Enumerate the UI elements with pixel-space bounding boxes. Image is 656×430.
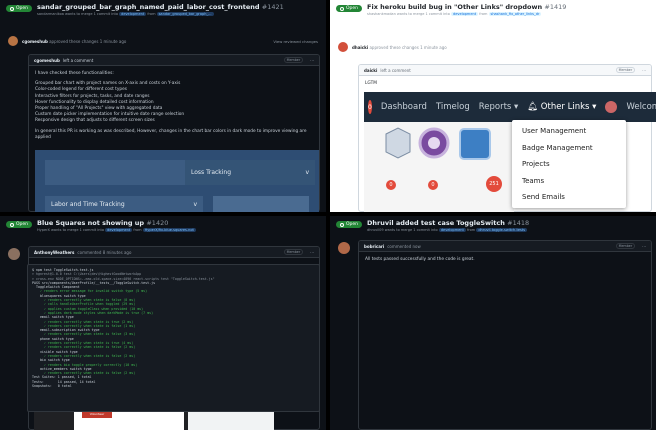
comment-header: daicki left a comment Member ··· xyxy=(359,65,651,76)
pr-open-icon xyxy=(340,222,344,227)
comment-header: bobricari commented now Member ··· xyxy=(359,241,651,252)
menu-send-emails: Send Emails xyxy=(522,193,565,202)
open-badge: Open xyxy=(336,221,363,228)
chevron-down-icon: v xyxy=(193,200,197,208)
menu-badge-management: Badge Management xyxy=(522,143,593,152)
avatar[interactable] xyxy=(8,248,20,260)
dropdown-4 xyxy=(213,196,309,212)
badge-count-3: 251 xyxy=(486,176,502,192)
other-links-dropdown-menu: User Management Badge Management Project… xyxy=(512,120,626,208)
base-branch[interactable]: development xyxy=(438,228,466,232)
base-branch[interactable]: development xyxy=(451,12,479,16)
pr-title: sandar_grouped_bar_graph_named_paid_labo… xyxy=(37,3,284,11)
comment-header: cgomeshub left a comment Member ··· xyxy=(29,55,319,66)
badge-count-1: 0 xyxy=(386,180,396,190)
comment: bobricari commented now Member ··· All t… xyxy=(358,240,652,430)
nav-welcome: Welcome, Ar xyxy=(626,102,656,112)
nav-dashboard: Dashboard xyxy=(380,102,427,112)
pr-subtitle: sandarmanikoa wants to merge 1 commit in… xyxy=(37,12,214,16)
terminal-summary-snapshots: Snapshots: 0 total xyxy=(32,384,72,389)
pr-header: Open Dhruvil added test case ToggleSwitc… xyxy=(330,216,656,238)
more-options-icon[interactable]: ··· xyxy=(310,58,314,63)
head-branch[interactable]: shashank_fix_other_links_dr xyxy=(488,12,542,16)
comment-header: AnthonyWeathers commented 8 minutes ago … xyxy=(29,247,319,258)
pr-subtitle: dhruvil09 wants to merge 1 commit into d… xyxy=(367,228,528,232)
base-branch[interactable]: development xyxy=(105,228,133,232)
avatar[interactable] xyxy=(338,42,348,52)
dropdown-loss-tracking: Loss Tracking v xyxy=(185,160,315,185)
pr-open-icon xyxy=(10,6,14,11)
menu-user-management: User Management xyxy=(522,127,587,136)
test-output-terminal: $ npm test ToggleSwitch.test.js > hgnres… xyxy=(27,264,320,412)
comment-body: I have checked these functionalities: Gr… xyxy=(35,71,307,140)
pr-header: Open sandar_grouped_bar_graph_named_paid… xyxy=(0,0,326,22)
open-badge: Open xyxy=(336,5,363,12)
pr-open-icon xyxy=(340,6,344,11)
pr-title: Blue Squares not showing up #1420 xyxy=(37,219,169,227)
member-badge: Member xyxy=(283,249,304,255)
head-branch[interactable]: HyperX/fix-blue-squares-not xyxy=(142,228,196,232)
nav-reports: Reports ▾ xyxy=(478,102,519,112)
pr-panel-grouped-bar-graph: Open sandar_grouped_bar_graph_named_paid… xyxy=(0,0,326,212)
member-badge: Member xyxy=(283,57,304,63)
user-avatar xyxy=(605,101,618,113)
badges-area: 0 0 251 xyxy=(364,122,514,212)
dropdown-1: v xyxy=(45,160,203,185)
open-badge: Open xyxy=(6,5,33,12)
pr-header: Open Blue Squares not showing up #1420 H… xyxy=(0,216,326,238)
pr-subtitle: shashankmadan wants to merge 1 commit in… xyxy=(367,12,542,16)
comment-body: LGTM xyxy=(365,81,377,86)
pr-header: Open Fix heroku build bug in "Other Link… xyxy=(330,0,656,22)
chevron-down-icon: v xyxy=(305,169,309,176)
bell-icon: 🔔︎ xyxy=(527,102,539,112)
dark-mode-screenshot: v Loss Trackingv Labor and Time Tracking… xyxy=(35,150,319,212)
role-tag: Volunteer xyxy=(82,412,112,418)
more-options-icon[interactable]: ··· xyxy=(642,244,646,249)
pr-panel-toggleswitch: Open Dhruvil added test case ToggleSwitc… xyxy=(330,216,656,430)
member-badge: Member xyxy=(615,243,636,249)
badge-count-2: 0 xyxy=(428,180,438,190)
open-badge: Open xyxy=(6,221,33,228)
menu-teams: Teams xyxy=(522,176,545,185)
app-navbar-screenshot: 0 Dashboard Timelog Reports ▾ 🔔︎ Other L… xyxy=(364,92,656,122)
avatar[interactable] xyxy=(8,36,18,46)
badge-images xyxy=(385,127,491,160)
more-options-icon[interactable]: ··· xyxy=(642,68,646,73)
base-branch[interactable]: development xyxy=(119,12,147,16)
head-branch[interactable]: sandar_grouped_bar_graph_... xyxy=(156,12,214,16)
pr-subtitle: HyperX wants to merge 1 commit into deve… xyxy=(37,228,196,232)
counter-badge: 0 xyxy=(368,100,372,114)
pr-title: Dhruvil added test case ToggleSwitch #14… xyxy=(367,219,530,227)
menu-projects: Projects xyxy=(522,160,550,169)
comment-body: All tests passed successfully and the co… xyxy=(365,257,475,262)
avatar[interactable] xyxy=(338,242,350,254)
pr-title: Fix heroku build bug in "Other Links" dr… xyxy=(367,3,567,11)
review-event: dhaicki approved these changes 1 minute … xyxy=(330,40,656,54)
member-badge: Member xyxy=(615,67,636,73)
view-reviewed-changes-link[interactable]: View reviewed changes xyxy=(273,39,318,44)
nav-timelog: Timelog xyxy=(435,102,470,112)
more-options-icon[interactable]: ··· xyxy=(310,250,314,255)
review-event: cgomeshub approved these changes 1 minut… xyxy=(0,34,326,48)
pr-open-icon xyxy=(10,222,14,227)
nav-other-links: 🔔︎ Other Links ▾ xyxy=(527,102,597,112)
head-branch[interactable]: dhruvil-toggle-switch-tests xyxy=(476,228,528,232)
dropdown-labor-time: Labor and Time Tracking v xyxy=(45,196,203,212)
